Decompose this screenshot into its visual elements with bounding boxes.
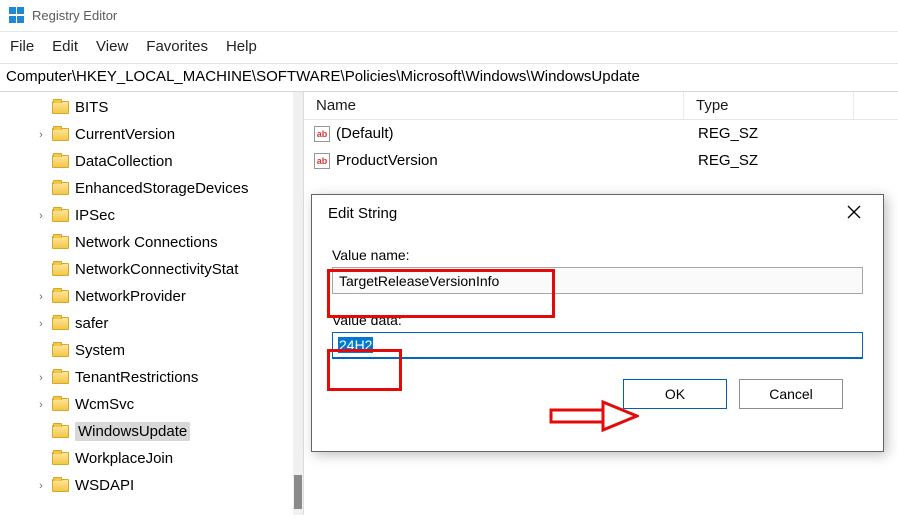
values-header: Name Type (304, 92, 898, 120)
tree-item-label: NetworkProvider (75, 288, 186, 305)
tree-item-safer[interactable]: › safer (0, 310, 303, 337)
folder-icon (52, 344, 69, 357)
expander-icon[interactable]: › (34, 291, 48, 303)
folder-icon (52, 101, 69, 114)
tree-item-label: safer (75, 315, 108, 332)
string-value-icon: ab (314, 153, 330, 169)
expander-icon[interactable]: › (34, 318, 48, 330)
folder-icon (52, 263, 69, 276)
tree-item-currentversion[interactable]: › CurrentVersion (0, 121, 303, 148)
dialog-close-button[interactable] (839, 199, 869, 228)
dialog-title: Edit String (328, 205, 397, 222)
menu-bar: File Edit View Favorites Help (0, 32, 898, 64)
value-data-text: 24H2 (338, 337, 373, 353)
folder-icon (52, 128, 69, 141)
folder-icon (52, 425, 69, 438)
tree-item-label: WindowsUpdate (75, 422, 190, 441)
window-title: Registry Editor (32, 8, 117, 23)
tree-item-label: Network Connections (75, 234, 218, 251)
close-icon (847, 205, 861, 219)
tree-panel: BITS › CurrentVersion DataCollection Enhance… (0, 92, 304, 515)
cancel-button[interactable]: Cancel (739, 379, 843, 409)
value-row[interactable]: ab (Default)REG_SZ (304, 120, 898, 147)
tree-item-label: NetworkConnectivityStat (75, 261, 238, 278)
menu-view[interactable]: View (96, 38, 128, 55)
folder-icon (52, 371, 69, 384)
value-name-label: Value name: (332, 247, 863, 263)
tree-item-workplacejoin[interactable]: WorkplaceJoin (0, 445, 303, 472)
value-data-field[interactable]: 24H2 (332, 332, 863, 359)
menu-favorites[interactable]: Favorites (146, 38, 208, 55)
tree-item-label: IPSec (75, 207, 115, 224)
tree-item-windowsupdate[interactable]: WindowsUpdate (0, 418, 303, 445)
value-name-field[interactable] (332, 267, 863, 294)
tree-item-label: TenantRestrictions (75, 369, 198, 386)
regedit-app-icon (8, 7, 26, 25)
value-type-cell: REG_SZ (698, 125, 758, 142)
tree-item-wsdapi[interactable]: › WSDAPI (0, 472, 303, 499)
folder-icon (52, 317, 69, 330)
tree-item-label: WorkplaceJoin (75, 450, 173, 467)
value-row[interactable]: ab ProductVersionREG_SZ (304, 147, 898, 174)
tree-item-network-connections[interactable]: Network Connections (0, 229, 303, 256)
tree-item-tenantrestrictions[interactable]: › TenantRestrictions (0, 364, 303, 391)
edit-string-dialog: Edit String Value name: Value data: 24H2… (311, 194, 884, 452)
folder-icon (52, 479, 69, 492)
tree-item-label: System (75, 342, 125, 359)
tree-item-networkconnectivitystat[interactable]: NetworkConnectivityStat (0, 256, 303, 283)
expander-icon[interactable]: › (34, 399, 48, 411)
value-name-cell: (Default) (336, 125, 698, 142)
tree-item-label: DataCollection (75, 153, 173, 170)
folder-icon (52, 398, 69, 411)
value-data-label: Value data: (332, 312, 863, 328)
tree-item-label: WcmSvc (75, 396, 134, 413)
tree-item-enhancedstoragedevices[interactable]: EnhancedStorageDevices (0, 175, 303, 202)
folder-icon (52, 452, 69, 465)
tree-item-system[interactable]: System (0, 337, 303, 364)
menu-file[interactable]: File (10, 38, 34, 55)
menu-edit[interactable]: Edit (52, 38, 78, 55)
tree-item-ipsec[interactable]: › IPSec (0, 202, 303, 229)
tree-item-label: CurrentVersion (75, 126, 175, 143)
expander-icon[interactable]: › (34, 372, 48, 384)
expander-icon[interactable]: › (34, 480, 48, 492)
menu-help[interactable]: Help (226, 38, 257, 55)
expander-icon[interactable]: › (34, 129, 48, 141)
ok-button[interactable]: OK (623, 379, 727, 409)
tree-scrollbar[interactable] (293, 92, 303, 515)
column-type[interactable]: Type (684, 92, 854, 119)
window-titlebar: Registry Editor (0, 0, 898, 32)
value-name-cell: ProductVersion (336, 152, 698, 169)
tree-item-label: WSDAPI (75, 477, 134, 494)
folder-icon (52, 290, 69, 303)
folder-icon (52, 209, 69, 222)
dialog-titlebar: Edit String (312, 195, 883, 231)
column-name[interactable]: Name (304, 92, 684, 119)
folder-icon (52, 155, 69, 168)
address-bar[interactable]: Computer\HKEY_LOCAL_MACHINE\SOFTWARE\Pol… (0, 64, 898, 92)
tree-item-bits[interactable]: BITS (0, 94, 303, 121)
tree-item-wcmsvc[interactable]: › WcmSvc (0, 391, 303, 418)
value-type-cell: REG_SZ (698, 152, 758, 169)
string-value-icon: ab (314, 126, 330, 142)
tree-item-label: EnhancedStorageDevices (75, 180, 248, 197)
folder-icon (52, 236, 69, 249)
expander-icon[interactable]: › (34, 210, 48, 222)
folder-icon (52, 182, 69, 195)
tree-item-networkprovider[interactable]: › NetworkProvider (0, 283, 303, 310)
tree-item-label: BITS (75, 99, 108, 116)
scrollbar-thumb[interactable] (294, 475, 302, 509)
tree-item-datacollection[interactable]: DataCollection (0, 148, 303, 175)
